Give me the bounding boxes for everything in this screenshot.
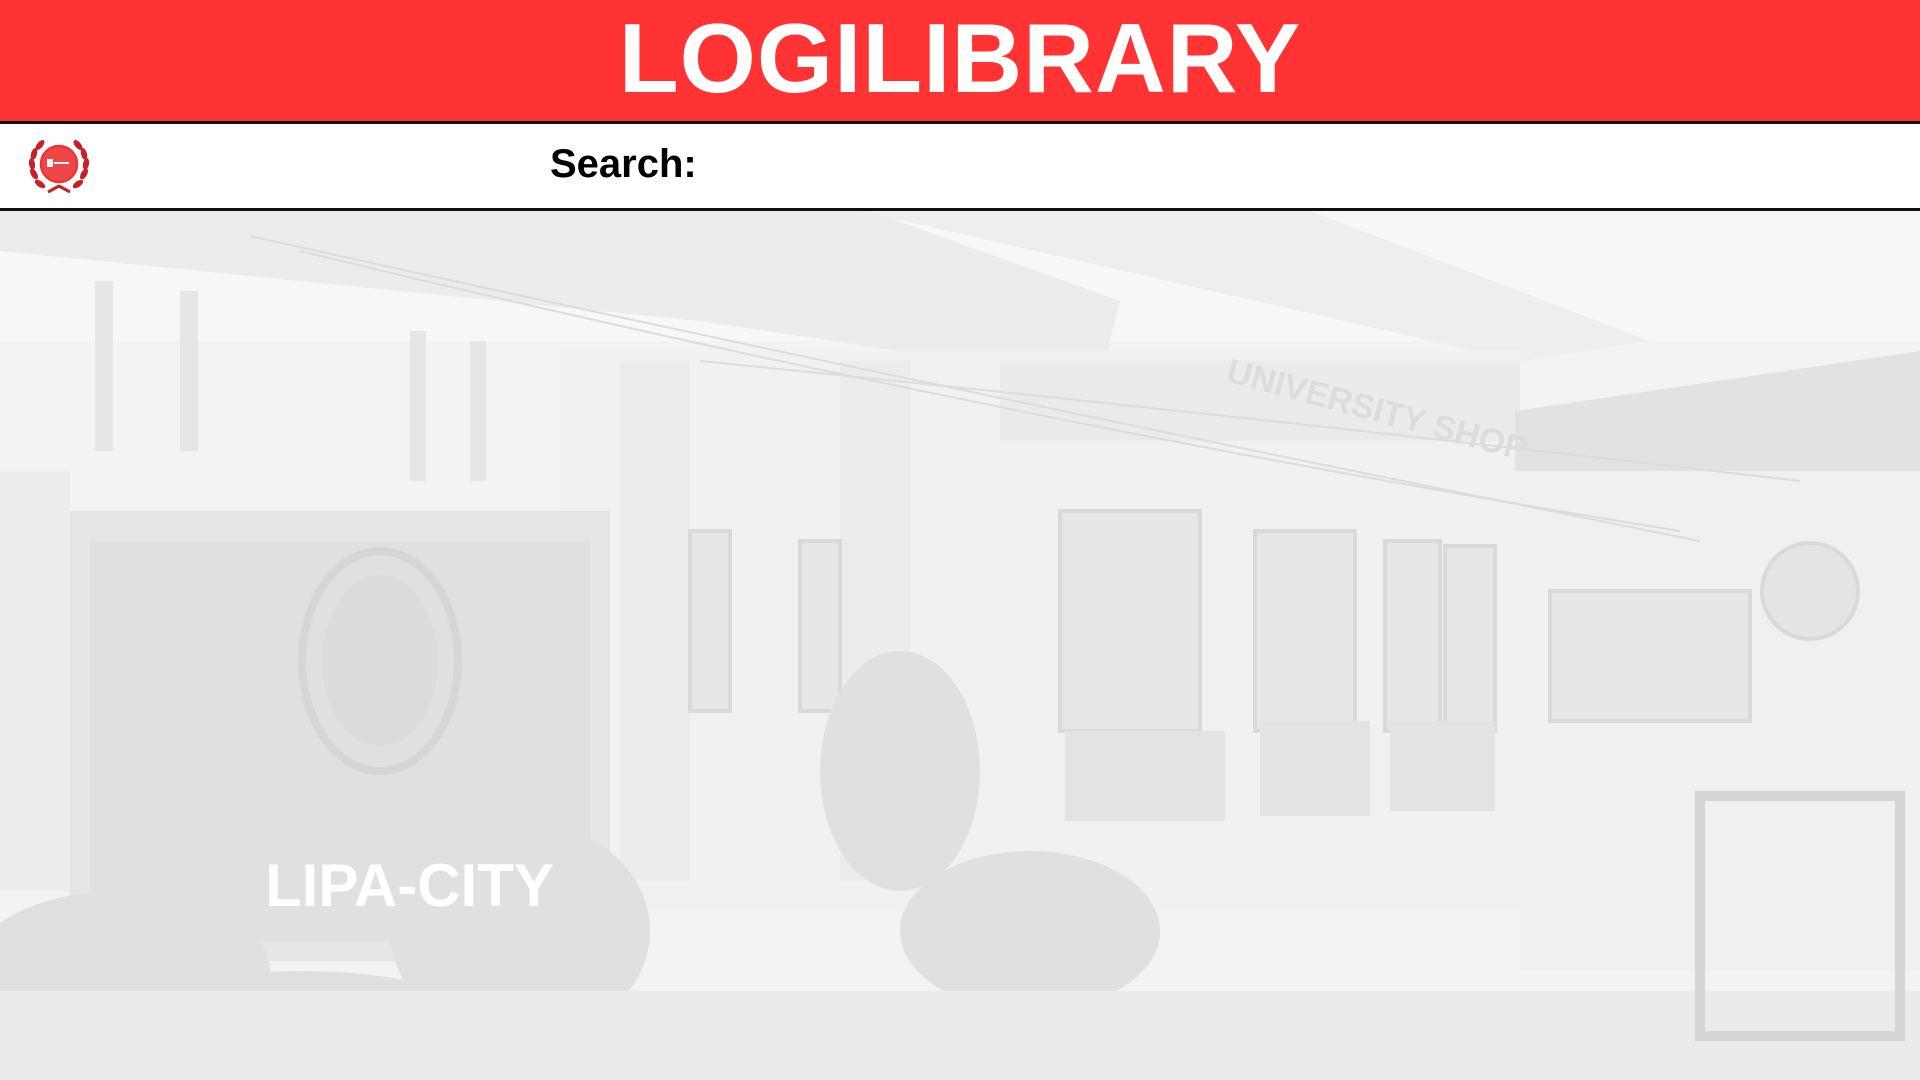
toolbar: Search: bbox=[0, 124, 1920, 208]
page: LOGILIBRARY Search: LIPA-CITY UNIVERSITY… bbox=[0, 0, 1920, 1080]
university-seal-icon[interactable] bbox=[26, 134, 92, 200]
background-sign-city: LIPA-CITY bbox=[265, 852, 554, 919]
campus-background-image: LIPA-CITY UNIVERSITY SHOP bbox=[0, 211, 1920, 1080]
title-bar: LOGILIBRARY bbox=[0, 0, 1920, 121]
search-label: Search: bbox=[550, 142, 697, 186]
search-input[interactable] bbox=[712, 136, 1882, 194]
app-title: LOGILIBRARY bbox=[618, 2, 1302, 113]
